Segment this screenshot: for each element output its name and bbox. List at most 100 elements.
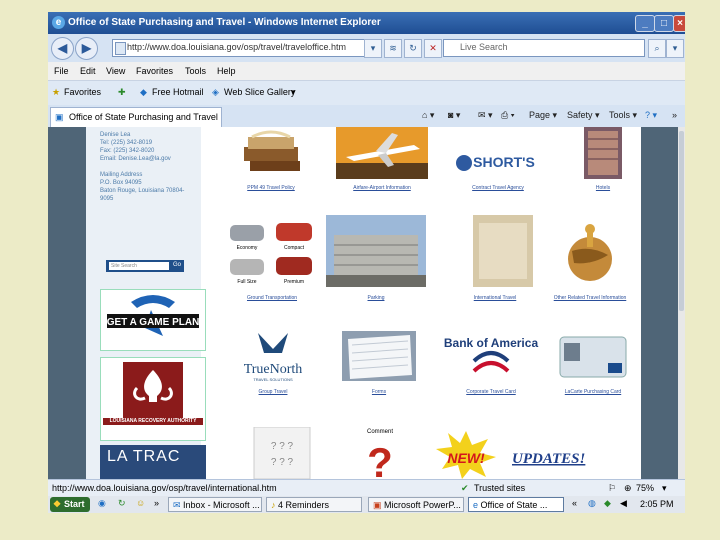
safety-menu[interactable]: Safety ▾ — [567, 110, 600, 121]
game-plan-banner[interactable]: GET A GAME PLAN — [100, 289, 206, 351]
tools-menu[interactable]: Tools ▾ — [609, 110, 637, 121]
lra-text: LOUISIANA RECOVERY AUTHORITY — [103, 418, 203, 425]
grid-item-lacarte[interactable]: LaCarte Purchasing Card — [546, 327, 640, 397]
clock[interactable]: 2:05 PM — [640, 499, 674, 509]
tray-security-icon[interactable]: ◆ — [604, 498, 611, 509]
caption-hotels[interactable]: Hotels — [568, 185, 638, 191]
mail-icon[interactable]: ✉ ▾ — [478, 110, 493, 121]
quicklaunch-more-icon[interactable]: » — [154, 498, 159, 508]
contact-info: Denise Lea Tel: (225) 342-8019 Fax: (225… — [100, 132, 185, 202]
refresh-icon[interactable]: ↻ — [404, 39, 422, 58]
grid-item-group-travel[interactable]: TrueNorth TRAVEL SOLUTIONS Group Travel — [228, 327, 318, 397]
car-label-full-size: Full Size — [237, 279, 256, 285]
maximize-button[interactable]: □ — [654, 15, 674, 32]
grid-item-parking[interactable]: Parking — [326, 215, 426, 303]
grid-item-ground-transportation[interactable]: Economy Compact Full Size Premium Ground… — [222, 215, 322, 303]
site-search-go-button[interactable]: Go — [173, 262, 181, 268]
menu-help[interactable]: Help — [217, 66, 236, 76]
tab-office-of-state-purchasing[interactable]: ▣ Office of State Purchasing and Travel — [50, 107, 222, 127]
address-field[interactable]: http://www.doa.louisiana.gov/osp/travel/… — [112, 39, 376, 57]
menu-edit[interactable]: Edit — [80, 66, 96, 76]
caption-international[interactable]: International Travel — [450, 295, 540, 301]
taskbar-reminders[interactable]: ♪ 4 Reminders — [266, 497, 362, 512]
search-input[interactable]: Live Search — [443, 39, 645, 57]
taskbar-powerpoint[interactable]: ▣ Microsoft PowerP... — [368, 497, 464, 512]
menu-tools[interactable]: Tools — [185, 66, 206, 76]
caption-contract-agency[interactable]: Contract Travel Agency — [448, 185, 548, 191]
svg-text:? ? ?: ? ? ? — [271, 441, 294, 452]
international-image-icon — [472, 215, 533, 287]
favorite-free-hotmail[interactable]: Free Hotmail — [152, 87, 204, 97]
taskbar-ie-active[interactable]: e Office of State ... — [468, 497, 564, 512]
caption-group-travel[interactable]: Group Travel — [228, 389, 318, 395]
caption-lacarte[interactable]: LaCarte Purchasing Card — [546, 389, 640, 395]
grid-item-international[interactable]: International Travel — [450, 215, 540, 303]
search-icon[interactable]: ⌕ — [648, 39, 666, 58]
la-trac-text: LA TRAC — [107, 448, 181, 465]
grid-item-comment[interactable]: Comment ? — [352, 427, 408, 479]
home-icon[interactable]: ⌂ ▾ — [422, 110, 434, 121]
grid-item-questions[interactable]: ? ? ? ? ? ? — [252, 426, 312, 479]
status-bar: http://www.doa.louisiana.gov/osp/travel/… — [48, 479, 685, 497]
zoom-level[interactable]: 75% — [636, 483, 654, 493]
grid-item-corporate-card[interactable]: Bank of America Corporate Travel Card — [436, 327, 546, 397]
car-label-premium: Premium — [284, 279, 304, 285]
stop-icon[interactable]: ✕ — [424, 39, 442, 58]
grid-item-updates[interactable]: NEW! UPDATES! — [436, 429, 596, 479]
tray-network-icon[interactable]: ◍ — [588, 498, 596, 509]
zoom-dropdown-icon[interactable]: ▾ — [662, 483, 667, 494]
caption-airfare[interactable]: Airfare-Airport Information — [332, 185, 432, 191]
zoom-icon[interactable]: ⊕ — [624, 483, 632, 494]
bank-of-america-logo-icon: Bank of America — [444, 336, 538, 373]
start-button[interactable]: ❖ Start — [50, 497, 90, 512]
caption-ground-transportation[interactable]: Ground Transportation — [222, 295, 322, 301]
scrollbar-thumb[interactable] — [679, 131, 684, 311]
menu-file[interactable]: File — [54, 66, 69, 76]
forward-button[interactable]: ▶ — [75, 37, 98, 60]
search-options-icon[interactable]: ▾ — [666, 39, 684, 58]
caption-other-related[interactable]: Other Related Travel Information — [542, 295, 638, 301]
tray-expand-icon[interactable]: « — [572, 498, 577, 508]
favorites-button[interactable]: Favorites — [64, 87, 101, 97]
caption-corporate-card[interactable]: Corporate Travel Card — [436, 389, 546, 395]
grid-item-contract-agency[interactable]: SHORT'S Contract Travel Agency — [448, 127, 548, 191]
vertical-scrollbar[interactable] — [678, 127, 685, 479]
site-search-input[interactable]: Site Search — [109, 262, 169, 270]
lra-banner[interactable]: LOUISIANA RECOVERY AUTHORITY — [100, 357, 206, 441]
status-zone: Trusted sites — [474, 483, 526, 493]
sidebar: Denise Lea Tel: (225) 342-8019 Fax: (225… — [86, 127, 206, 479]
quicklaunch-smiley-icon[interactable]: ☺ — [136, 498, 145, 508]
back-button[interactable]: ◀ — [51, 37, 74, 60]
tray-volume-icon[interactable]: ◀ — [620, 498, 627, 509]
la-trac-banner[interactable]: LA TRAC — [100, 445, 206, 479]
quicklaunch-refresh-icon[interactable]: ↻ — [118, 498, 126, 509]
page-menu[interactable]: Page ▾ — [529, 110, 557, 121]
menu-favorites[interactable]: Favorites — [136, 66, 173, 76]
grid-item-hotels[interactable]: Hotels — [568, 127, 638, 191]
add-favorite-icon[interactable]: ✚ — [118, 87, 126, 98]
grid-item-airfare[interactable]: Airfare-Airport Information — [332, 127, 432, 191]
red-question-icon: ? — [367, 439, 393, 479]
caption-ppm49[interactable]: PPM 49 Travel Policy — [226, 185, 316, 191]
favorite-web-slice-gallery[interactable]: Web Slice Gallery — [224, 87, 295, 97]
quicklaunch-chrome-icon[interactable]: ◉ — [98, 498, 106, 509]
print-icon[interactable]: ⎙ ▾ — [501, 110, 514, 121]
address-dropdown-icon[interactable]: ▾ — [364, 39, 382, 58]
caption-parking[interactable]: Parking — [326, 295, 426, 301]
grid-item-other-related[interactable]: Other Related Travel Information — [542, 215, 638, 303]
taskbar-inbox[interactable]: ✉ Inbox - Microsoft ... — [168, 497, 262, 512]
compatibility-icon[interactable]: ≋ — [384, 39, 402, 58]
more-commands-icon[interactable]: » — [672, 110, 677, 120]
grid-item-ppm49[interactable]: PPM 49 Travel Policy — [226, 127, 316, 191]
menu-view[interactable]: View — [106, 66, 125, 76]
minimize-button[interactable]: _ — [635, 15, 655, 32]
web-page: Denise Lea Tel: (225) 342-8019 Fax: (225… — [86, 127, 641, 479]
site-search[interactable]: Site Search Go — [106, 260, 184, 272]
caption-forms[interactable]: Forms — [336, 389, 422, 395]
feeds-icon[interactable]: ◙ ▾ — [448, 110, 460, 121]
credit-card-icon — [559, 336, 627, 378]
help-icon[interactable]: ? ▾ — [645, 110, 657, 121]
grid-item-forms[interactable]: Forms — [336, 327, 422, 397]
close-button[interactable]: × — [673, 15, 685, 32]
web-slice-dropdown-icon[interactable]: ▾ — [291, 87, 296, 98]
